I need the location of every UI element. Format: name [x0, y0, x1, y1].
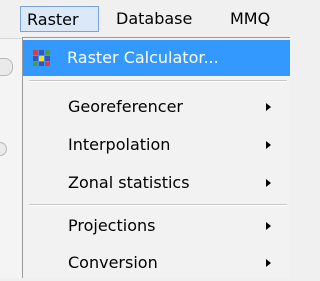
menu-separator [29, 204, 287, 206]
menu-item-label: Zonal statistics [68, 173, 190, 192]
menubar: Raster Database MMQ [0, 0, 290, 39]
submenu-arrow-icon [266, 103, 271, 111]
submenu-arrow-icon [266, 222, 271, 230]
raster-menu-dropdown: Raster Calculator... Georeferencer Inter… [22, 37, 290, 278]
menu-item-georeferencer[interactable]: Georeferencer [23, 89, 290, 125]
background-widget [0, 142, 7, 156]
menu-item-label: Raster Calculator... [67, 48, 219, 67]
menu-item-zonal-statistics[interactable]: Zonal statistics [23, 165, 290, 201]
menu-database[interactable]: Database [110, 6, 198, 32]
menu-mmq[interactable]: MMQ [224, 6, 276, 32]
submenu-arrow-icon [266, 141, 271, 149]
raster-calculator-icon [33, 50, 50, 66]
menu-item-raster-calculator[interactable]: Raster Calculator... [23, 40, 290, 76]
menu-raster[interactable]: Raster [20, 6, 99, 32]
menu-item-label: Projections [68, 216, 156, 235]
menu-item-label: Georeferencer [68, 97, 184, 116]
menu-item-projections[interactable]: Projections [23, 208, 290, 244]
submenu-arrow-icon [266, 259, 271, 267]
menu-separator [29, 80, 287, 82]
background-panel [0, 38, 23, 278]
menu-item-label: Interpolation [68, 135, 171, 154]
menu-item-interpolation[interactable]: Interpolation [23, 127, 290, 163]
menu-item-label: Conversion [68, 253, 158, 272]
menu-item-conversion[interactable]: Conversion [23, 245, 290, 281]
background-widget [0, 58, 13, 76]
submenu-arrow-icon [266, 179, 271, 187]
